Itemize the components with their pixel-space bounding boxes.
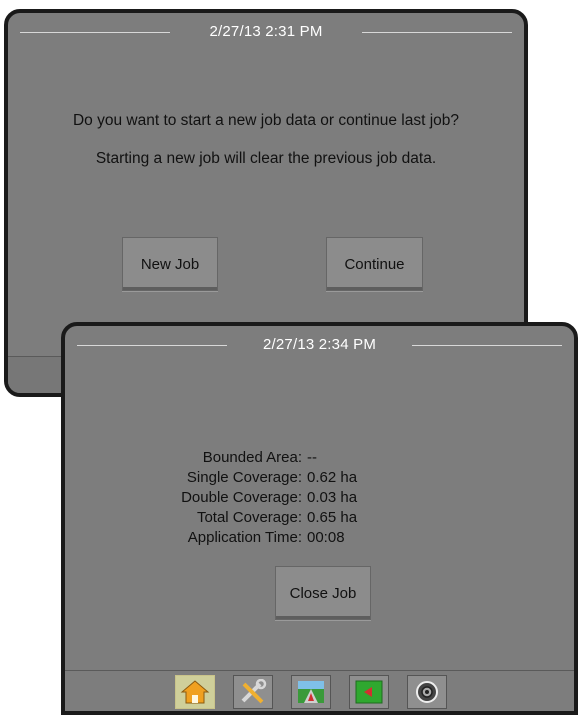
home-icon <box>180 680 210 704</box>
close-job-dialog: 2/27/13 2:34 PM Bounded Area: -- Single … <box>61 322 578 715</box>
new-job-button[interactable]: New Job <box>122 237 218 291</box>
tools-icon <box>241 679 267 704</box>
title-bar: 2/27/13 2:31 PM <box>20 21 512 43</box>
tab-vehicle-view[interactable] <box>291 675 331 709</box>
continue-button[interactable]: Continue <box>326 237 423 291</box>
title-bar: 2/27/13 2:34 PM <box>77 334 562 356</box>
stat-row: Double Coverage: 0.03 ha <box>65 488 574 508</box>
camera-icon <box>416 681 438 703</box>
job-summary: Bounded Area: -- Single Coverage: 0.62 h… <box>65 448 574 548</box>
stat-label: Total Coverage: <box>196 509 302 526</box>
stat-label: Bounded Area: <box>202 449 302 466</box>
tab-camera[interactable] <box>407 675 447 709</box>
stat-row: Total Coverage: 0.65 ha <box>65 508 574 528</box>
stat-value: -- <box>307 449 317 466</box>
stat-row: Application Time: 00:08 <box>65 528 574 548</box>
vehicle-view-icon <box>298 681 324 703</box>
stat-label: Application Time: <box>187 529 302 546</box>
close-job-button[interactable]: Close Job <box>275 566 371 620</box>
tab-field-map[interactable] <box>349 675 389 709</box>
stat-value: 0.03 ha <box>307 489 358 506</box>
question-text: Do you want to start a new job data or c… <box>72 112 459 129</box>
title-rule-right <box>362 32 512 33</box>
stat-label: Single Coverage: <box>186 469 302 486</box>
tab-tools[interactable] <box>233 675 273 709</box>
stat-row: Bounded Area: -- <box>65 448 574 468</box>
stat-value: 0.62 ha <box>307 469 358 486</box>
title-rule-right <box>412 345 562 346</box>
stat-row: Single Coverage: 0.62 ha <box>65 468 574 488</box>
stat-label: Double Coverage: <box>181 489 302 506</box>
stat-value: 0.65 ha <box>307 509 358 526</box>
field-map-icon <box>355 680 383 704</box>
tab-home[interactable] <box>175 675 215 709</box>
warning-text: Starting a new job will clear the previo… <box>95 150 437 167</box>
bottom-tab-bar <box>65 670 574 711</box>
stat-value: 00:08 <box>307 529 345 546</box>
